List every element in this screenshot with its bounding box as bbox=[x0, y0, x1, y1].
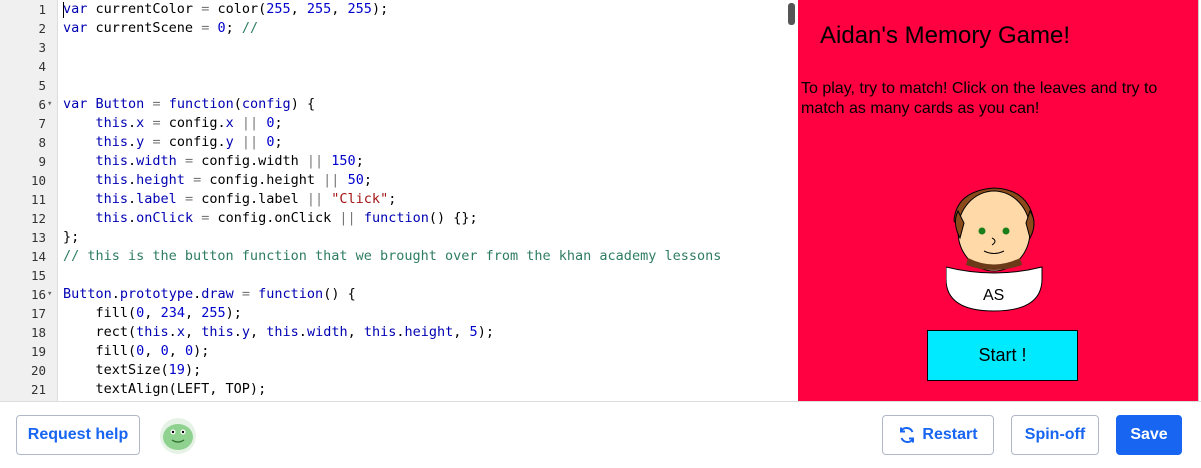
spin-off-button[interactable]: Spin-off bbox=[1011, 415, 1099, 455]
code-line[interactable]: 20 textSize(19); bbox=[0, 361, 798, 380]
restart-icon bbox=[898, 426, 916, 444]
line-number: 15 bbox=[30, 268, 46, 283]
line-number: 1 bbox=[38, 2, 46, 17]
code-text: textAlign(LEFT, TOP); bbox=[63, 381, 267, 397]
code-line[interactable]: 10 this.height = config.height || 50; bbox=[0, 171, 798, 190]
restart-label: Restart bbox=[922, 426, 978, 443]
code-text: this.width = config.width || 150; bbox=[95, 153, 364, 169]
line-number: 3 bbox=[38, 40, 46, 55]
code-line[interactable]: 2 var currentScene = 0; // bbox=[0, 19, 798, 38]
line-number: 7 bbox=[38, 116, 46, 131]
request-help-label: Request help bbox=[27, 426, 129, 443]
code-text: var currentColor = color(255, 255, 255); bbox=[63, 1, 389, 17]
code-line[interactable]: 17 fill(0, 234, 255); bbox=[0, 304, 798, 323]
code-text: Button.prototype.draw = function() { bbox=[63, 286, 356, 302]
code-editor[interactable]: 1 var currentColor = color(255, 255, 255)… bbox=[0, 0, 798, 401]
code-line[interactable]: 4 bbox=[0, 57, 798, 76]
line-number: 13 bbox=[30, 230, 46, 245]
code-line[interactable]: 16 ▾ Button.prototype.draw = function() { bbox=[0, 285, 798, 304]
line-number: 19 bbox=[30, 344, 46, 359]
line-number: 12 bbox=[30, 211, 46, 226]
line-number: 11 bbox=[30, 192, 46, 207]
code-text: // this is the button function that we b… bbox=[63, 248, 722, 264]
app-root: 1 var currentColor = color(255, 255, 255)… bbox=[0, 0, 1201, 468]
text-cursor bbox=[63, 2, 64, 18]
code-line[interactable]: 3 bbox=[0, 38, 798, 57]
restart-button[interactable]: Restart bbox=[882, 415, 994, 455]
code-line[interactable]: 19 fill(0, 0, 0); bbox=[0, 342, 798, 361]
avatar-initials: AS bbox=[983, 287, 1005, 304]
line-number: 17 bbox=[30, 306, 46, 321]
line-number: 18 bbox=[30, 325, 46, 340]
bottom-toolbar: Request help Restart Spin-off Save bbox=[0, 401, 1201, 468]
code-line[interactable]: 6 ▾ var Button = function(config) { bbox=[0, 95, 798, 114]
save-label: Save bbox=[1130, 426, 1168, 443]
line-number: 10 bbox=[30, 173, 46, 188]
line-number: 21 bbox=[30, 382, 46, 397]
code-text: this.height = config.height || 50; bbox=[95, 172, 372, 188]
code-line[interactable]: 8 this.y = config.y || 0; bbox=[0, 133, 798, 152]
code-text: this.y = config.y || 0; bbox=[95, 134, 283, 150]
code-line[interactable]: 5 bbox=[0, 76, 798, 95]
program-output-canvas[interactable]: Aidan's Memory Game! To play, try to mat… bbox=[798, 0, 1199, 401]
game-title: Aidan's Memory Game! bbox=[820, 22, 1070, 49]
code-text: rect(this.x, this.y, this.width, this.he… bbox=[63, 324, 494, 340]
code-text: fill(0, 234, 255); bbox=[63, 305, 242, 321]
code-line[interactable]: 21 textAlign(LEFT, TOP); bbox=[0, 380, 798, 399]
code-line[interactable]: 9 this.width = config.width || 150; bbox=[0, 152, 798, 171]
code-line[interactable]: 18 rect(this.x, this.y, this.width, this… bbox=[0, 323, 798, 342]
code-text: var currentScene = 0; // bbox=[63, 20, 259, 36]
line-number: 6 bbox=[38, 97, 46, 112]
code-line[interactable]: 1 var currentColor = color(255, 255, 255)… bbox=[0, 0, 798, 19]
request-help-button[interactable]: Request help bbox=[16, 415, 140, 455]
editor-scrollbar[interactable] bbox=[788, 3, 795, 25]
code-line[interactable]: 13}; bbox=[0, 228, 798, 247]
save-button[interactable]: Save bbox=[1116, 415, 1182, 455]
code-line[interactable]: 15 bbox=[0, 266, 798, 285]
code-text: var Button = function(config) { bbox=[63, 96, 316, 112]
line-number: 5 bbox=[38, 78, 46, 93]
code-text: this.label = config.label || "Click"; bbox=[95, 191, 397, 207]
code-text: this.x = config.x || 0; bbox=[95, 115, 283, 131]
line-number: 8 bbox=[38, 135, 46, 150]
start-button[interactable]: Start ! bbox=[927, 330, 1078, 381]
code-line[interactable]: 14 // this is the button function that we… bbox=[0, 247, 798, 266]
code-line[interactable]: 12 this.onClick = config.onClick || func… bbox=[0, 209, 798, 228]
code-line[interactable]: 11 this.label = config.label || "Click"; bbox=[0, 190, 798, 209]
code-text: fill(0, 0, 0); bbox=[63, 343, 210, 359]
line-number: 9 bbox=[38, 154, 46, 169]
spin-off-label: Spin-off bbox=[1024, 426, 1086, 443]
code-text: this.onClick = config.onClick || functio… bbox=[95, 210, 478, 226]
code-line[interactable]: 7 this.x = config.x || 0; bbox=[0, 114, 798, 133]
code-text: textSize(19); bbox=[63, 362, 202, 378]
fold-toggle-icon[interactable]: ▾ bbox=[47, 95, 57, 114]
code-text: }; bbox=[63, 229, 80, 245]
line-number: 20 bbox=[30, 363, 46, 378]
line-number: 2 bbox=[38, 21, 46, 36]
game-instructions: To play, try to match! Click on the leav… bbox=[801, 80, 1158, 117]
fold-toggle-icon[interactable]: ▾ bbox=[47, 285, 57, 304]
code-lines[interactable]: 1 var currentColor = color(255, 255, 255)… bbox=[0, 0, 798, 399]
line-number: 4 bbox=[38, 59, 46, 74]
line-number: 14 bbox=[30, 249, 46, 264]
helper-avatar-icon[interactable] bbox=[158, 417, 198, 455]
line-number: 16 bbox=[30, 287, 46, 302]
